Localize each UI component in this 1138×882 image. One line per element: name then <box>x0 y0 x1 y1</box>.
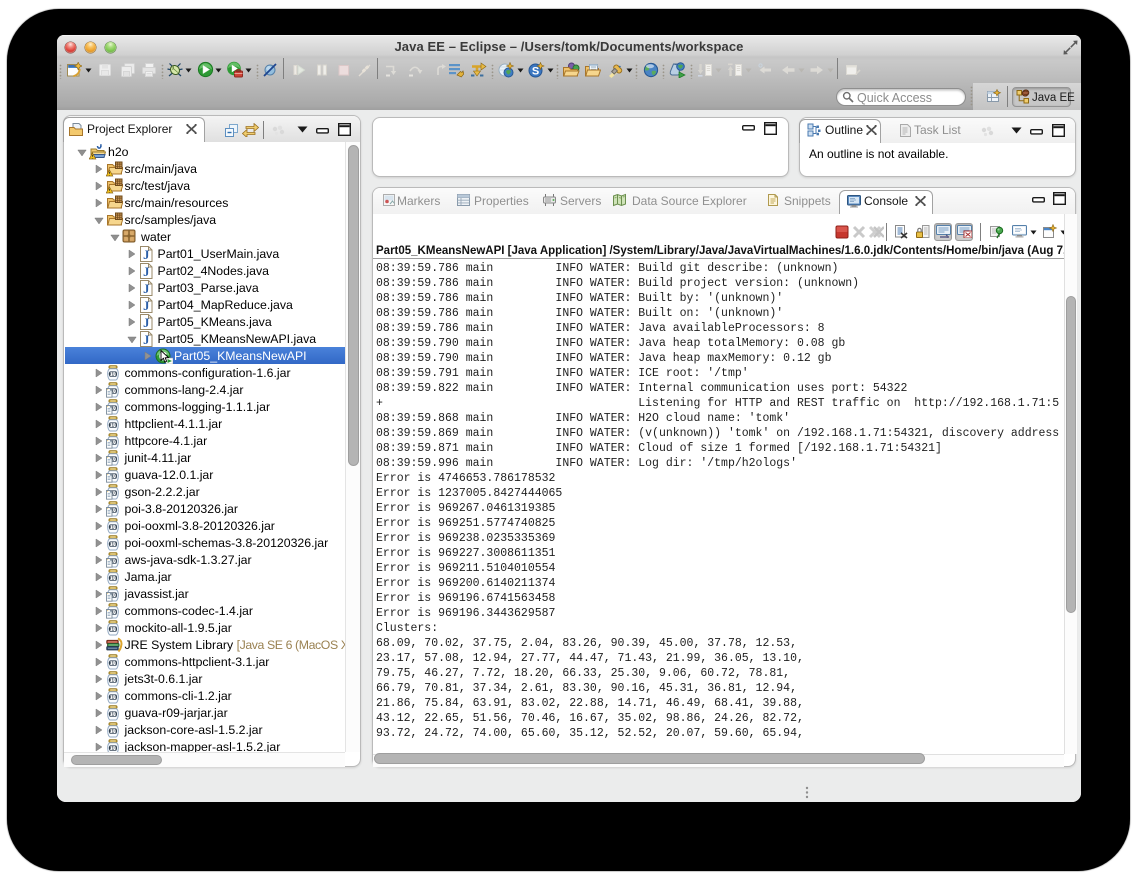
svg-text:J: J <box>143 265 149 279</box>
svg-text:J: J <box>143 248 149 262</box>
svg-text:010: 010 <box>108 678 117 683</box>
svg-text:J: J <box>143 316 149 330</box>
svg-text:010: 010 <box>108 729 117 734</box>
svg-text:010: 010 <box>108 746 117 751</box>
svg-text:J: J <box>143 333 149 347</box>
svg-text:S: S <box>532 66 539 78</box>
svg-text:J: J <box>143 299 149 313</box>
svg-text:010: 010 <box>108 372 117 377</box>
svg-text:010: 010 <box>108 525 117 530</box>
svg-text:010: 010 <box>108 423 117 428</box>
svg-text:J: J <box>143 282 149 296</box>
svg-text:010: 010 <box>108 695 117 700</box>
svg-text:010: 010 <box>108 661 117 666</box>
svg-text:010: 010 <box>108 576 117 581</box>
svg-text:010: 010 <box>108 712 117 717</box>
svg-text:010: 010 <box>108 627 117 632</box>
svg-text:010: 010 <box>108 542 117 547</box>
